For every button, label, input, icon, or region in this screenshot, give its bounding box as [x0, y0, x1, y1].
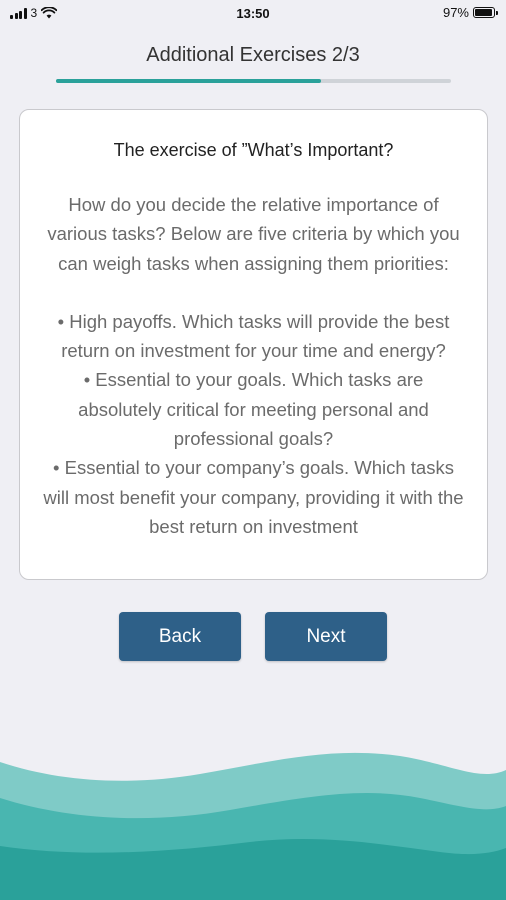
progress-fill [56, 79, 321, 83]
exercise-bullet: • High payoffs. Which tasks will provide… [57, 310, 450, 362]
next-button[interactable]: Next [265, 612, 387, 661]
status-right: 97% [443, 5, 498, 20]
battery-percent: 97% [442, 5, 469, 20]
progress-bar [56, 79, 451, 83]
exercise-bullet: • Essential to your company’s goals. Whi… [43, 457, 464, 537]
status-bar: 3 13:50 97% [0, 0, 506, 28]
battery-icon [473, 7, 498, 18]
exercise-intro: How do you decide the relative importanc… [47, 194, 460, 274]
status-time: 13:50 [236, 6, 270, 21]
battery-fill [475, 9, 493, 16]
page-title: Additional Exercises 2/3 [146, 44, 360, 66]
back-button[interactable]: Back [119, 612, 241, 661]
exercise-card[interactable]: The exercise of ”What’s Important? How d… [19, 109, 488, 580]
exercise-text: How do you decide the relative importanc… [42, 190, 465, 541]
exercise-title: The exercise of ”What’s Important? [113, 140, 394, 160]
exercise-bullet: • Essential to your goals. Which tasks a… [78, 369, 429, 450]
wave-decoration [0, 752, 506, 900]
